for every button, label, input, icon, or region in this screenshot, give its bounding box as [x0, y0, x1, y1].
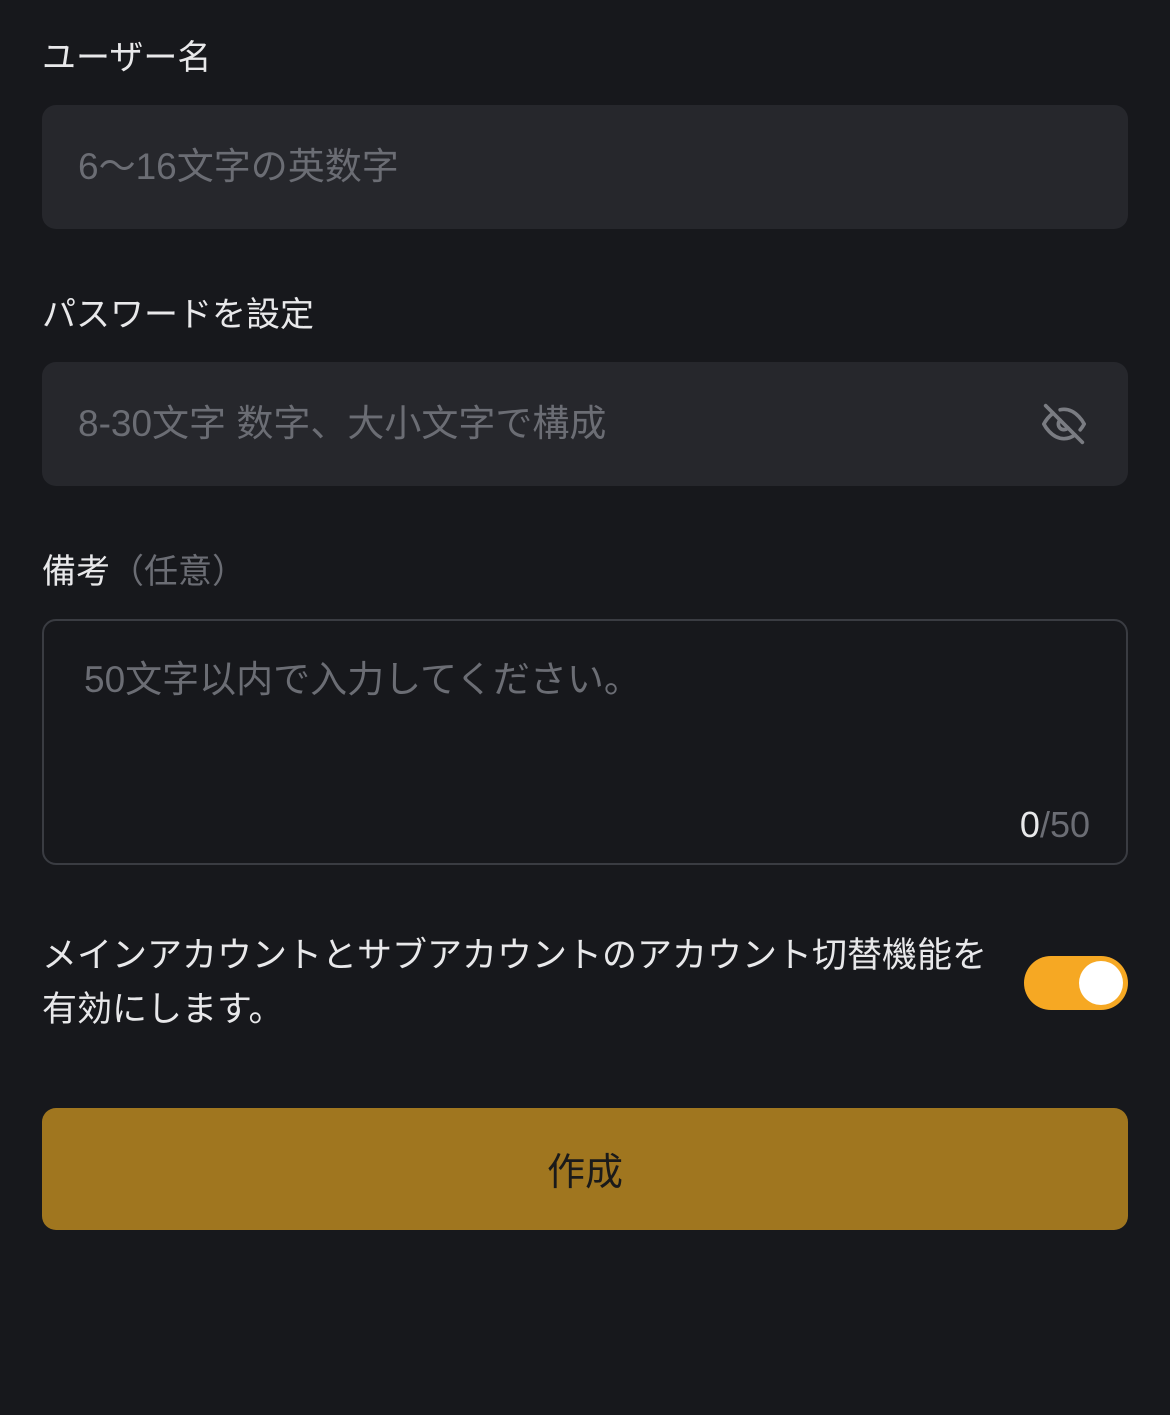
toggle-row: メインアカウントとサブアカウントのアカウント切替機能を有効にします。 — [42, 929, 1128, 1038]
char-count: 0 — [1020, 804, 1040, 845]
char-counter: 0/50 — [84, 799, 1090, 843]
username-label: ユーザー名 — [42, 30, 1128, 79]
password-label: パスワードを設定 — [42, 287, 1128, 336]
notes-group: 備考（任意） 0/50 — [42, 544, 1128, 865]
toggle-label: メインアカウントとサブアカウントのアカウント切替機能を有効にします。 — [42, 929, 1000, 1038]
password-group: パスワードを設定 — [42, 287, 1128, 486]
toggle-knob — [1079, 961, 1123, 1005]
notes-optional-hint: （任意） — [110, 553, 246, 591]
char-max: /50 — [1040, 804, 1090, 845]
notes-textarea[interactable] — [84, 649, 1090, 799]
account-switch-toggle[interactable] — [1024, 956, 1128, 1010]
notes-wrapper: 0/50 — [42, 619, 1128, 865]
eye-off-icon[interactable] — [1042, 402, 1086, 446]
password-wrapper — [42, 362, 1128, 486]
create-button[interactable]: 作成 — [42, 1108, 1128, 1230]
username-input[interactable] — [42, 105, 1128, 229]
notes-label-text: 備考 — [42, 553, 110, 591]
username-group: ユーザー名 — [42, 30, 1128, 229]
notes-label: 備考（任意） — [42, 544, 1128, 593]
password-input[interactable] — [42, 362, 1128, 486]
